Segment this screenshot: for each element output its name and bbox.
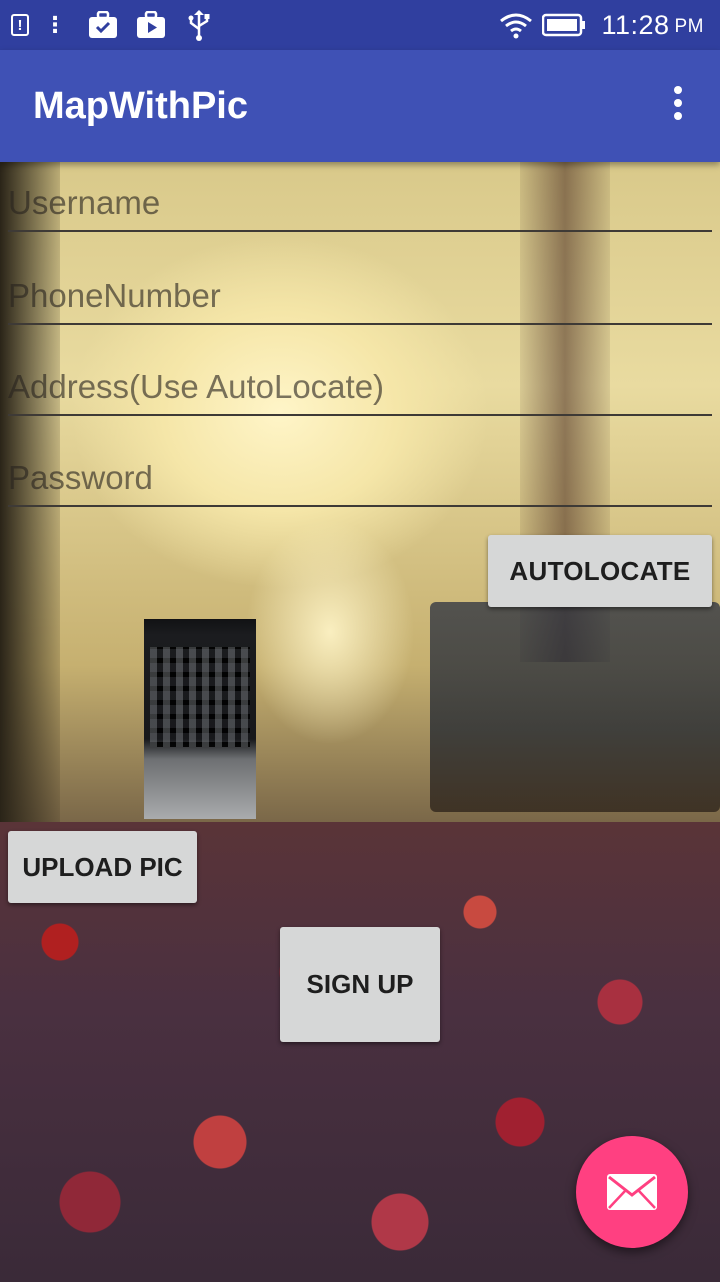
phone-underline <box>8 323 712 325</box>
address-underline <box>8 414 712 416</box>
bench-shape <box>430 602 720 812</box>
app-title: MapWithPic <box>33 84 248 127</box>
app-bar: MapWithPic <box>0 50 720 162</box>
play-store-icon <box>134 0 168 50</box>
alert-icon: ! <box>8 0 32 50</box>
email-fab-button[interactable] <box>576 1136 688 1248</box>
usb-icon <box>184 0 214 50</box>
background-image <box>0 162 720 1282</box>
keyboard-photo-detail <box>150 647 250 747</box>
address-placeholder: Address(Use AutoLocate) <box>8 368 385 405</box>
phone-number-field[interactable]: PhoneNumber <box>8 265 712 325</box>
clock-time: 11:28 <box>601 9 670 40</box>
wifi-icon <box>496 0 536 50</box>
password-field[interactable]: Password <box>8 447 712 507</box>
phone-placeholder: PhoneNumber <box>8 277 221 314</box>
address-field[interactable]: Address(Use AutoLocate) <box>8 356 712 416</box>
email-icon <box>607 1174 657 1210</box>
password-underline <box>8 505 712 507</box>
clock-ampm: PM <box>674 16 704 37</box>
more-vert-icon: ⋮ <box>44 12 66 37</box>
clock: 11:28 PM <box>601 0 704 50</box>
uploaded-photo <box>144 619 256 819</box>
briefcase-check-icon <box>86 0 120 50</box>
battery-icon <box>542 0 586 50</box>
password-placeholder: Password <box>8 459 153 496</box>
upload-pic-button[interactable]: UPLOAD PIC <box>8 831 197 903</box>
autolocate-button[interactable]: AUTOLOCATE <box>488 535 712 607</box>
username-placeholder: Username <box>8 184 161 221</box>
overflow-menu-icon[interactable] <box>666 86 690 126</box>
username-field[interactable]: Username <box>8 172 712 232</box>
sign-up-button[interactable]: SIGN UP <box>280 927 440 1042</box>
username-underline <box>8 230 712 232</box>
status-bar: ! ⋮ 11:28 PM <box>0 0 720 50</box>
